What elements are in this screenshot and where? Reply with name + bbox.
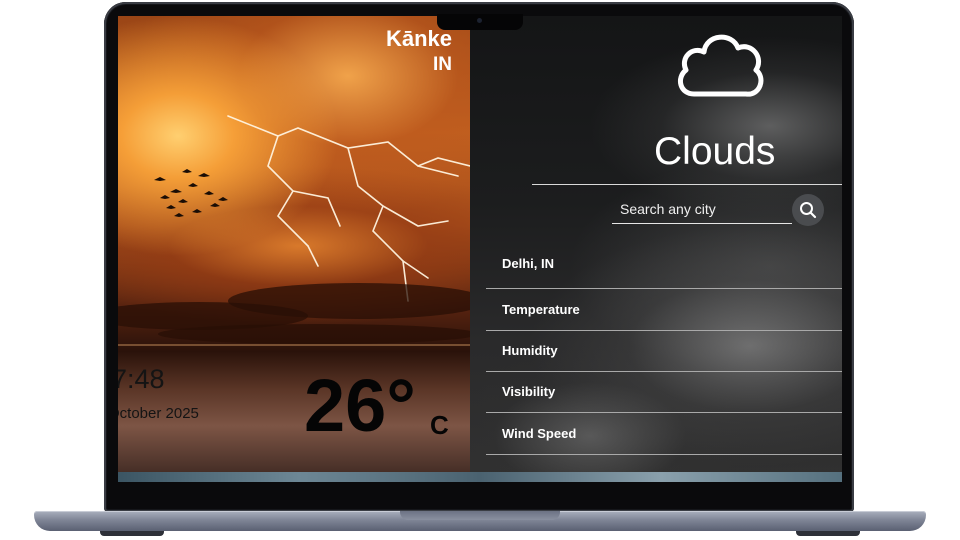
visibility-row: Visibility <box>486 372 842 413</box>
base-groove <box>400 511 560 520</box>
wind-speed-label: Wind Speed <box>502 426 577 441</box>
search-input[interactable] <box>612 194 792 224</box>
country-code: IN <box>433 54 452 75</box>
humidity-row: Humidity <box>486 331 842 372</box>
cloud-icon <box>677 34 764 97</box>
city-name: Kānke <box>385 26 452 51</box>
divider <box>532 184 842 185</box>
horizon-line <box>118 344 470 346</box>
laptop-foot-right <box>796 531 860 536</box>
temperature-unit: C <box>430 410 449 440</box>
camera-icon <box>477 18 482 23</box>
laptop-base <box>34 511 926 531</box>
weather-background-panel: Kānke IN 7:48 October 2025 26° C <box>118 16 470 482</box>
location-row: Delhi, IN <box>486 248 842 289</box>
temperature-value: 26° <box>304 364 416 447</box>
current-time: 7:48 <box>118 364 165 394</box>
search-box <box>612 194 792 226</box>
visibility-label: Visibility <box>502 384 556 399</box>
search-icon <box>800 202 817 219</box>
screen: Kānke IN 7:48 October 2025 26° C Clouds … <box>118 16 842 482</box>
camera-notch <box>437 14 523 30</box>
details-panel: Clouds Delhi, IN Temperature Humidity Vi… <box>470 16 842 482</box>
temperature-row: Temperature <box>486 290 842 331</box>
search-button[interactable] <box>792 194 824 226</box>
laptop-foot-left <box>100 531 164 536</box>
screen-bottom-strip <box>118 472 842 482</box>
location-label: Delhi, IN <box>502 256 555 271</box>
wind-speed-row: Wind Speed <box>486 414 842 455</box>
weather-condition: Clouds <box>654 130 776 173</box>
humidity-label: Humidity <box>502 343 558 358</box>
temperature-label: Temperature <box>502 302 580 317</box>
current-date: October 2025 <box>118 405 199 422</box>
